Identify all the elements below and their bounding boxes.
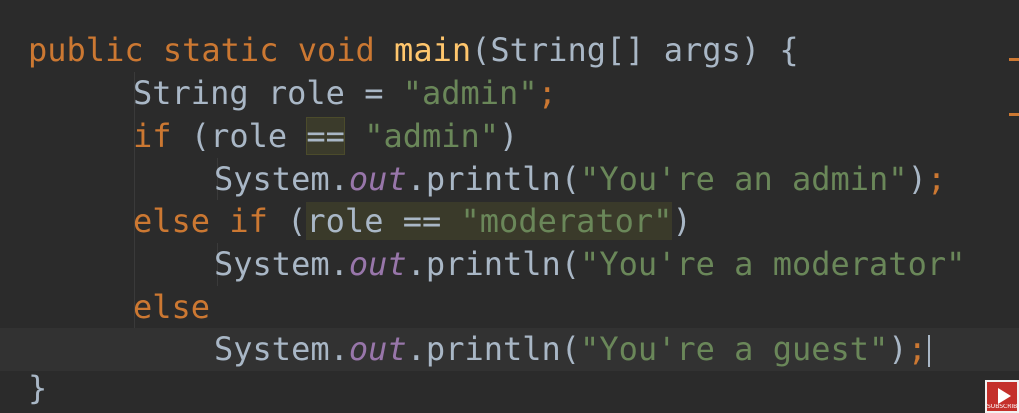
scrollbar-marker[interactable] (1009, 113, 1019, 116)
declaration: String role = (133, 74, 403, 112)
method-signature: (String[] args) { (471, 31, 799, 69)
subscribe-button[interactable]: SUBSCRIBE (985, 380, 1019, 413)
keyword-void: void (297, 31, 375, 69)
scrollbar-marker[interactable] (1009, 58, 1019, 61)
code-editor[interactable]: public static void main(String[] args) {… (0, 0, 1019, 413)
string-literal: "You're a moderator" (580, 245, 966, 283)
code-text: public static void main(String[] args) { (28, 29, 799, 72)
keyword-public: public (28, 31, 144, 69)
condition-start: ( (267, 202, 307, 240)
string-literal: "You're a guest" (580, 330, 889, 368)
keyword-static: static (162, 31, 279, 69)
keyword-else: else (133, 202, 211, 240)
condition-start: (role (171, 117, 307, 155)
semicolon: ; (926, 160, 947, 198)
closing-brace: } (28, 369, 48, 407)
code-text: } (28, 367, 47, 410)
out-field: out (348, 330, 407, 368)
equality-operator-highlight: == (306, 117, 345, 155)
code-text: System.out.println("You're an admin"); (214, 158, 946, 201)
keyword-if: if (133, 117, 172, 155)
close-paren: ) (907, 160, 927, 198)
text-caret (927, 335, 930, 367)
code-line[interactable]: else if (role == "moderator") (0, 200, 1019, 243)
code-text: else if (role == "moderator") (133, 200, 692, 243)
code-line[interactable]: } (0, 367, 1019, 410)
string-literal-highlight: "moderator" (460, 202, 673, 240)
string-literal: "admin" (364, 117, 500, 155)
code-text: if (role == "admin") (133, 115, 518, 158)
semicolon: ; (907, 330, 927, 368)
play-icon (998, 388, 1011, 404)
keyword-else: else (133, 288, 211, 326)
code-text: System.out.println("You're a guest"); (214, 328, 930, 371)
condition-end: ) (499, 117, 519, 155)
system-class: System. (214, 330, 349, 368)
condition-end: ) (672, 202, 692, 240)
code-text: else (133, 286, 210, 329)
code-line[interactable]: else (0, 286, 1019, 329)
code-line[interactable]: public static void main(String[] args) { (0, 29, 1019, 72)
out-field: out (348, 245, 407, 283)
keyword-if: if (229, 202, 268, 240)
out-field: out (348, 160, 407, 198)
string-literal: "You're an admin" (580, 160, 908, 198)
close-paren: ) (888, 330, 908, 368)
string-literal: "admin" (402, 74, 538, 112)
current-code-line[interactable]: System.out.println("You're a guest"); (0, 328, 1019, 371)
method-name: main (394, 31, 472, 69)
code-text: System.out.println("You're a moderator" (214, 243, 965, 286)
code-line[interactable]: if (role == "admin") (0, 115, 1019, 158)
println-call: .println( (406, 245, 581, 283)
code-line[interactable]: System.out.println("You're a moderator" (0, 243, 1019, 286)
subscribe-label: SUBSCRIBE (987, 404, 1017, 410)
system-class: System. (214, 160, 349, 198)
expression-highlight: role == (306, 202, 461, 240)
code-line[interactable]: String role = "admin"; (0, 72, 1019, 115)
println-call: .println( (406, 160, 581, 198)
println-call: .println( (406, 330, 581, 368)
code-text: String role = "admin"; (133, 72, 557, 115)
semicolon: ; (537, 74, 557, 112)
code-line[interactable]: System.out.println("You're an admin"); (0, 158, 1019, 201)
system-class: System. (214, 245, 349, 283)
